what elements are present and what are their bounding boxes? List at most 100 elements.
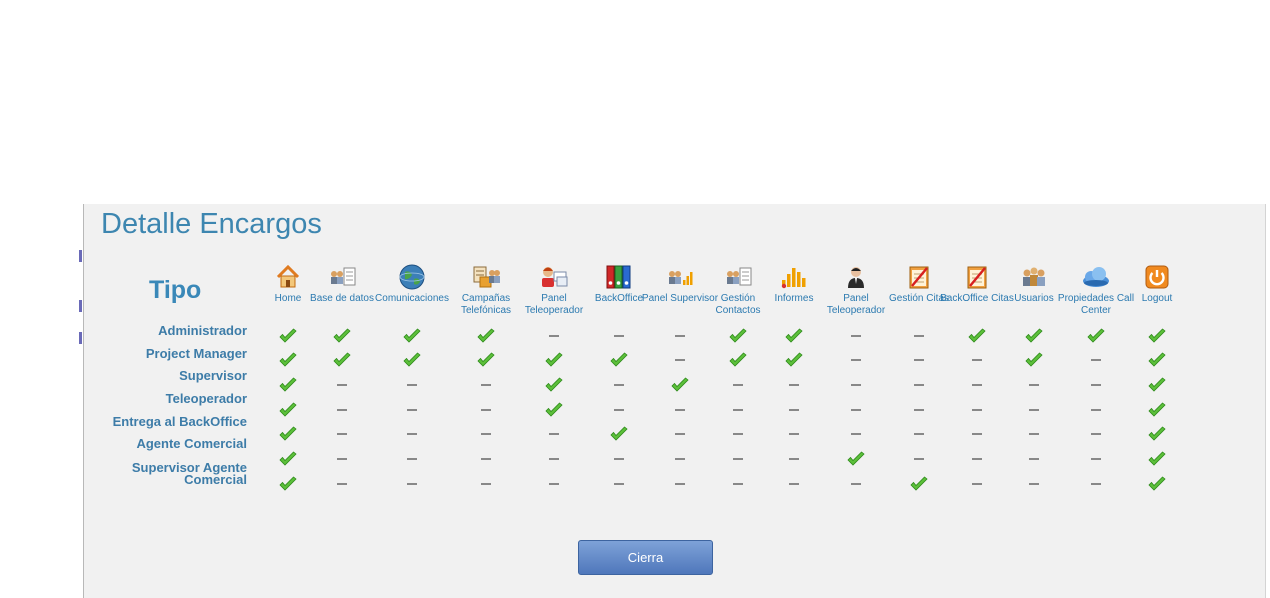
check-icon bbox=[1024, 352, 1044, 368]
dash-icon bbox=[1086, 451, 1106, 467]
dash-icon bbox=[332, 402, 352, 418]
dash-icon bbox=[846, 402, 866, 418]
dash-icon bbox=[1086, 476, 1106, 492]
dash-icon bbox=[784, 377, 804, 393]
dash-icon bbox=[1086, 426, 1106, 442]
check-icon bbox=[544, 377, 564, 393]
check-icon bbox=[1147, 402, 1167, 418]
detalle-encargos-dialog: Detalle Encargos Tipo Home Base de datos C… bbox=[83, 204, 1266, 598]
row-label-teleoperador: Teleoperador bbox=[165, 391, 247, 406]
power-icon bbox=[1142, 262, 1172, 292]
row-label-administrador: Administrador bbox=[158, 323, 247, 338]
dash-icon bbox=[476, 402, 496, 418]
notepad-icon bbox=[904, 262, 934, 292]
dash-icon bbox=[728, 426, 748, 442]
dash-icon bbox=[1086, 402, 1106, 418]
dash-icon bbox=[670, 476, 690, 492]
dash-icon bbox=[609, 328, 629, 344]
check-icon bbox=[1147, 352, 1167, 368]
dash-icon bbox=[846, 426, 866, 442]
check-icon bbox=[1024, 328, 1044, 344]
dash-icon bbox=[728, 476, 748, 492]
dash-icon bbox=[728, 451, 748, 467]
dash-icon bbox=[609, 402, 629, 418]
binders-icon bbox=[604, 262, 634, 292]
dash-icon bbox=[1086, 377, 1106, 393]
notepad-icon bbox=[962, 262, 992, 292]
dash-icon bbox=[784, 451, 804, 467]
database-icon bbox=[327, 262, 357, 292]
dash-icon bbox=[846, 352, 866, 368]
dash-icon bbox=[402, 476, 422, 492]
dash-icon bbox=[909, 402, 929, 418]
dash-icon bbox=[1024, 476, 1044, 492]
check-icon bbox=[728, 328, 748, 344]
dash-icon bbox=[967, 352, 987, 368]
check-icon bbox=[278, 451, 298, 467]
check-icon bbox=[544, 402, 564, 418]
dash-icon bbox=[402, 426, 422, 442]
check-icon bbox=[909, 476, 929, 492]
check-icon bbox=[476, 328, 496, 344]
column-header-base-de-datos: Base de datos bbox=[302, 262, 382, 305]
dash-icon bbox=[332, 476, 352, 492]
check-icon bbox=[476, 352, 496, 368]
check-icon bbox=[402, 352, 422, 368]
supervisor-panel-icon bbox=[665, 262, 695, 292]
dash-icon bbox=[544, 451, 564, 467]
campaign-icon bbox=[471, 262, 501, 292]
column-label: Comunicaciones bbox=[375, 293, 449, 304]
dash-icon bbox=[544, 426, 564, 442]
dash-icon bbox=[967, 402, 987, 418]
check-icon bbox=[846, 451, 866, 467]
dash-icon bbox=[332, 426, 352, 442]
dash-icon bbox=[846, 328, 866, 344]
globe-icon bbox=[397, 262, 427, 292]
dash-icon bbox=[544, 328, 564, 344]
row-label-project-manager: Project Manager bbox=[145, 346, 247, 361]
dash-icon bbox=[909, 377, 929, 393]
column-label: Base de datos bbox=[310, 293, 374, 304]
dash-icon bbox=[402, 402, 422, 418]
check-icon bbox=[544, 352, 564, 368]
dash-icon bbox=[909, 426, 929, 442]
dash-icon bbox=[609, 476, 629, 492]
check-icon bbox=[1147, 476, 1167, 492]
contacts-icon bbox=[723, 262, 753, 292]
check-icon bbox=[609, 352, 629, 368]
check-icon bbox=[278, 476, 298, 492]
check-icon bbox=[1086, 328, 1106, 344]
dash-icon bbox=[609, 377, 629, 393]
dash-icon bbox=[1024, 402, 1044, 418]
dash-icon bbox=[476, 377, 496, 393]
dash-icon bbox=[670, 402, 690, 418]
check-icon bbox=[1147, 451, 1167, 467]
dash-icon bbox=[1086, 352, 1106, 368]
dash-icon bbox=[784, 476, 804, 492]
check-icon bbox=[1147, 328, 1167, 344]
check-icon bbox=[332, 328, 352, 344]
check-icon bbox=[278, 328, 298, 344]
dash-icon bbox=[670, 426, 690, 442]
check-icon bbox=[278, 377, 298, 393]
dash-icon bbox=[670, 328, 690, 344]
check-icon bbox=[967, 328, 987, 344]
close-button[interactable]: Cierra bbox=[578, 540, 713, 575]
home-icon bbox=[273, 262, 303, 292]
dash-icon bbox=[967, 476, 987, 492]
users-icon bbox=[1019, 262, 1049, 292]
dash-icon bbox=[909, 451, 929, 467]
check-icon bbox=[278, 352, 298, 368]
row-label-supervisor-agente-comercial: Supervisor Agente Comercial bbox=[131, 460, 247, 487]
dash-icon bbox=[909, 328, 929, 344]
dash-icon bbox=[476, 476, 496, 492]
check-icon bbox=[784, 328, 804, 344]
column-header-comunicaciones: Comunicaciones bbox=[372, 262, 452, 305]
dash-icon bbox=[1024, 426, 1044, 442]
dialog-title: Detalle Encargos bbox=[101, 208, 322, 240]
dash-icon bbox=[967, 377, 987, 393]
dash-icon bbox=[909, 352, 929, 368]
check-icon bbox=[278, 402, 298, 418]
dash-icon bbox=[846, 377, 866, 393]
dash-icon bbox=[846, 476, 866, 492]
